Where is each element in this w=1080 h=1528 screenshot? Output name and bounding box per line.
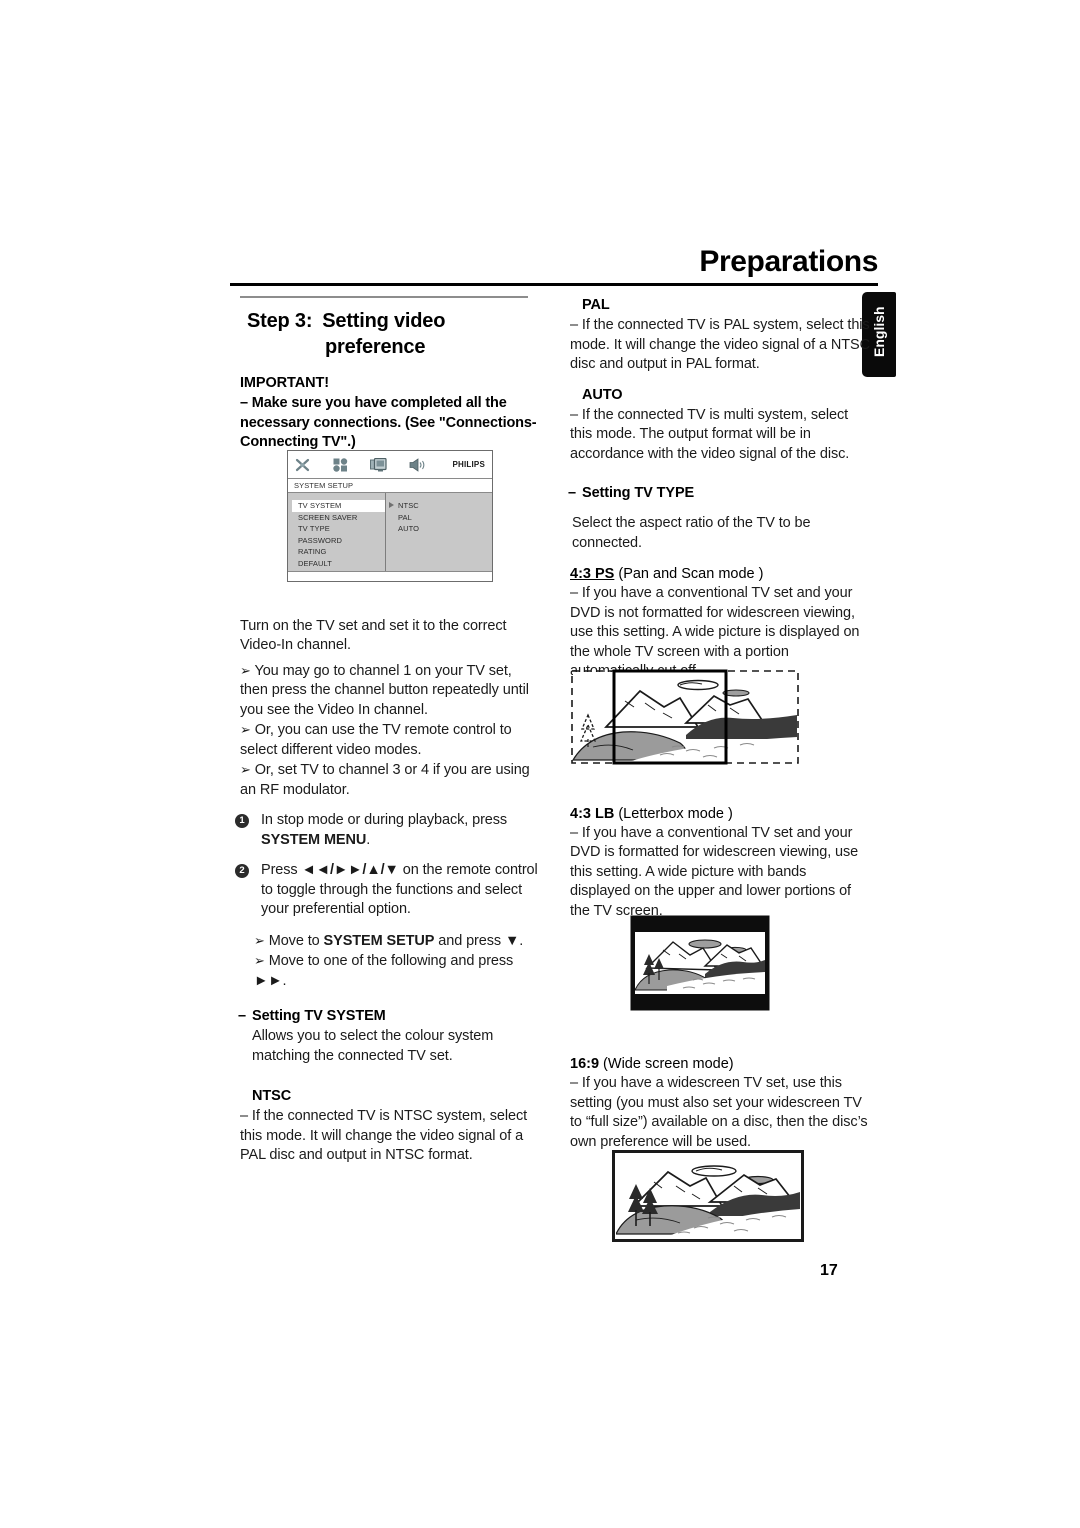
dash-marker: – <box>238 1008 246 1024</box>
sub-arrow-2-prefix: Move to one of the following and press <box>268 953 514 969</box>
osd-option-list: NTSC PAL AUTO <box>386 493 492 580</box>
arrow-icon: ➢ <box>254 953 265 968</box>
auto-heading: AUTO <box>582 386 623 403</box>
mode-16-9-text: – If you have a widescreen TV set, use t… <box>570 1075 868 1150</box>
step-title-line1: Setting video <box>322 310 446 332</box>
osd-menu-list: TV SYSTEM SCREEN SAVER TV TYPE PASSWORD … <box>288 493 386 580</box>
mode-4-3-lb-suffix: (Letterbox mode ) <box>614 805 733 822</box>
mode-4-3-ps-suffix: (Pan and Scan mode ) <box>614 566 764 582</box>
left-column: Step 3: Setting video preference IMPORTAN… <box>235 296 540 1166</box>
video-display-icon <box>370 457 387 472</box>
osd-body: TV SYSTEM SCREEN SAVER TV TYPE PASSWORD … <box>288 493 492 580</box>
sub-arrow-1-prefix: Move to <box>268 932 324 949</box>
step-title-line2: preference <box>325 336 426 358</box>
philips-logo: PHILIPS <box>452 460 485 469</box>
osd-item-tv-system[interactable]: TV SYSTEM <box>292 500 385 512</box>
step-1-text-before: In stop mode or during playback, press <box>261 812 508 828</box>
osd-icon-bar: PHILIPS <box>288 451 492 479</box>
step-rule <box>240 296 528 298</box>
widescreen-diagram <box>612 1150 804 1242</box>
osd-option-ntsc[interactable]: NTSC <box>398 500 492 512</box>
language-tab-label: English <box>871 305 887 357</box>
mode-4-3-lb-label: 4:3 LB <box>570 805 615 822</box>
arrow-item-2-text: Or, you can use the TV remote control to… <box>240 722 512 758</box>
osd-footer-bar <box>288 571 492 580</box>
sub-arrow-2: ➢ Move to one of the following and press… <box>254 951 540 991</box>
osd-item-rating[interactable]: RATING <box>288 546 385 558</box>
document-page: Preparations English Step 3: Setting vide… <box>0 0 1080 1528</box>
tools-icon <box>295 458 311 472</box>
important-text: – Make sure you have completed all the n… <box>240 395 537 450</box>
pan-and-scan-diagram <box>568 665 803 770</box>
arrow-icon: ➢ <box>240 762 251 777</box>
tv-system-section: – Setting TV SYSTEM Allows you to select… <box>238 1007 540 1166</box>
page-title: Preparations <box>699 245 878 278</box>
tv-system-description: Allows you to select the colour system m… <box>252 1028 494 1064</box>
step-heading: Step 3: Setting video preference <box>247 308 540 360</box>
osd-option-auto[interactable]: AUTO <box>398 523 492 535</box>
numbered-step-1: 1 In stop mode or during playback, press… <box>235 811 540 850</box>
cursor-arrow-icon <box>389 502 394 508</box>
header-rule <box>230 283 878 286</box>
numbered-step-2: 2 Press ◄◄/►►/▲/▼ on the remote control … <box>235 861 540 920</box>
mode-16-9-suffix: (Wide screen mode) <box>599 1056 734 1072</box>
sub-arrow-1: ➢ Move to SYSTEM SETUP and press ▼. <box>254 931 540 952</box>
page-header: Preparations <box>230 245 878 286</box>
tv-type-heading-text: Setting TV TYPE <box>582 485 695 501</box>
osd-title: SYSTEM SETUP <box>288 479 492 493</box>
tv-system-heading-text: Setting TV SYSTEM <box>252 1008 386 1024</box>
arrow-item-3-text: Or, set TV to channel 3 or 4 if you are … <box>240 762 530 798</box>
step-1-text-after: . <box>366 831 371 848</box>
intro-paragraph: Turn on the TV set and set it to the cor… <box>240 617 507 654</box>
numbered-steps: 1 In stop mode or during playback, press… <box>235 811 540 920</box>
letterbox-diagram <box>630 915 770 1011</box>
pal-heading: PAL <box>582 297 610 313</box>
arrow-item-1-text: You may go to channel 1 on your TV set, … <box>240 662 529 718</box>
tv-type-description: Select the aspect ratio of the TV to be … <box>572 515 811 551</box>
step-1-bold: SYSTEM MENU <box>261 831 367 848</box>
arrow-icon: ➢ <box>254 932 265 948</box>
page-number: 17 <box>820 1262 838 1279</box>
osd-item-tv-type[interactable]: TV TYPE <box>288 523 385 535</box>
arrow-icon: ➢ <box>240 722 251 737</box>
step-2-keys: ◄◄/►►/▲/▼ <box>301 862 399 878</box>
mode-16-9-label: 16:9 <box>570 1056 600 1072</box>
pal-text: – If the connected TV is PAL system, sel… <box>570 317 870 372</box>
audio-speaker-icon <box>409 457 427 472</box>
osd-item-password[interactable]: PASSWORD <box>288 535 385 547</box>
step-number-badge: 2 <box>235 864 249 878</box>
sub-arrow-1-bold: SYSTEM SETUP <box>323 932 435 949</box>
ntsc-text: – If the connected TV is NTSC system, se… <box>240 1108 528 1163</box>
osd-item-default[interactable]: DEFAULT <box>288 558 385 570</box>
tv-type-heading: – Setting TV TYPE <box>568 484 870 503</box>
important-heading: IMPORTANT! <box>240 375 329 391</box>
preferences-icon <box>333 457 348 472</box>
sub-arrow-1-suffix: and press ▼. <box>434 932 524 949</box>
osd-option-pal[interactable]: PAL <box>398 512 492 524</box>
osd-item-screen-saver[interactable]: SCREEN SAVER <box>288 512 385 524</box>
tv-system-heading: – Setting TV SYSTEM <box>238 1007 540 1026</box>
step-label: Step 3: <box>247 310 313 332</box>
sub-arrow-list: ➢ Move to SYSTEM SETUP and press ▼. ➢ Mo… <box>254 931 540 992</box>
step-number-badge: 1 <box>235 814 249 828</box>
auto-text: – If the connected TV is multi system, s… <box>570 406 850 462</box>
ntsc-heading: NTSC <box>252 1088 292 1104</box>
dash-marker: – <box>568 485 576 501</box>
arrow-item-2: ➢ Or, you can use the TV remote control … <box>240 720 540 760</box>
sub-arrow-2-suffix: ►►. <box>254 972 287 989</box>
mode-4-3-ps-label: 4:3 PS <box>570 566 615 582</box>
arrow-icon: ➢ <box>240 662 251 678</box>
step-2-text-before: Press <box>261 862 302 878</box>
osd-menu-screenshot: PHILIPS SYSTEM SETUP TV SYSTEM SCREEN SA… <box>287 450 493 582</box>
mode-4-3-lb-text: – If you have a conventional TV set and … <box>570 824 859 919</box>
arrow-item-1: ➢ You may go to channel 1 on your TV set… <box>240 661 540 721</box>
arrow-item-3: ➢ Or, set TV to channel 3 or 4 if you ar… <box>240 760 540 800</box>
